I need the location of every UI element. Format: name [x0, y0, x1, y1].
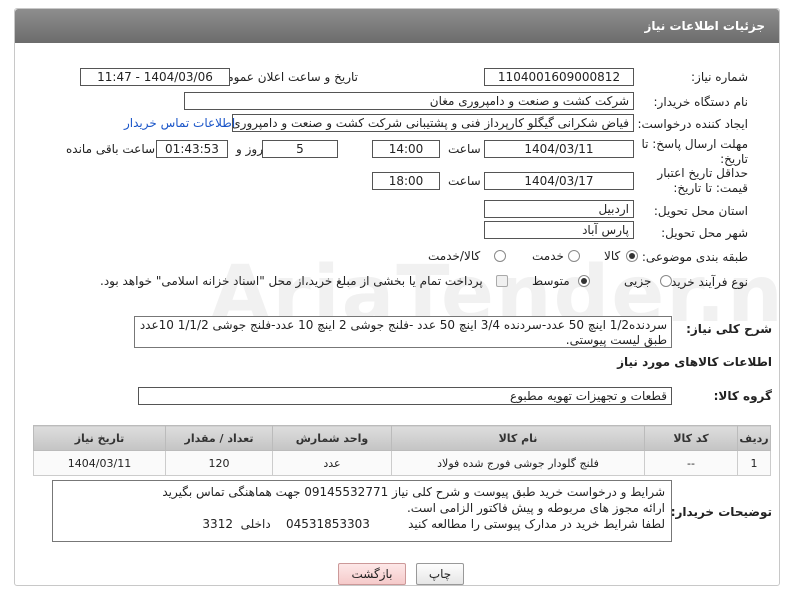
- deadline-label: مهلت ارسال پاسخ: تا تاریخ:: [641, 137, 748, 166]
- process-type-label: نوع فرآیند خرید :: [663, 275, 748, 289]
- requester-label: ایجاد کننده درخواست:: [637, 117, 748, 131]
- process-option-medium: متوسط: [532, 274, 570, 288]
- treasury-note: پرداخت تمام یا بخشی از مبلغ خرید،از محل …: [100, 274, 483, 288]
- cell-code: --: [644, 450, 738, 476]
- buyer-notes-line-3: لطفا شرایط خرید در مدارک پیوستی را مطالع…: [202, 517, 665, 531]
- city-field: پارس آباد: [484, 221, 634, 239]
- col-code: کد کالا: [644, 425, 738, 451]
- validity-time-label: ساعت: [448, 174, 481, 188]
- buyer-org-field: شرکت کشت و صنعت و دامپروری مغان: [184, 92, 634, 110]
- cell-unit: عدد: [272, 450, 392, 476]
- cell-row: 1: [737, 450, 771, 476]
- category-radio-goods-service[interactable]: [494, 250, 506, 262]
- buyer-org-label: نام دستگاه خریدار:: [653, 95, 749, 109]
- min-validity-label: حداقل تاریخ اعتبار قیمت: تا تاریخ:: [657, 166, 748, 195]
- buyer-notes-label: توضیحات خریدار:: [670, 505, 772, 519]
- goods-section-title: اطلاعات کالاهای مورد نیاز: [617, 355, 772, 369]
- buyer-contact-link[interactable]: اطلاعات تماس خریدار: [124, 116, 235, 130]
- print-button[interactable]: چاپ: [416, 563, 464, 585]
- province-field: اردبیل: [484, 200, 634, 218]
- deadline-time-label: ساعت: [448, 142, 481, 156]
- back-button[interactable]: بازگشت: [338, 563, 406, 585]
- col-row: ردیف: [737, 425, 771, 451]
- category-option-goods-service: کالا/خدمت: [428, 249, 481, 263]
- cell-date: 1404/03/11: [33, 450, 166, 476]
- col-unit: واحد شمارش: [272, 425, 392, 451]
- process-radio-minor[interactable]: [660, 275, 672, 287]
- need-number-label: شماره نیاز:: [691, 70, 748, 84]
- category-label: طبقه بندی موضوعی:: [641, 250, 748, 264]
- cell-name: فلنج گلودار جوشی فورج شده فولاد: [391, 450, 645, 476]
- col-name: نام کالا: [391, 425, 645, 451]
- buyer-notes-textarea[interactable]: شرایط و درخواست خرید طبق پیوست و شرح کلی…: [52, 480, 672, 542]
- goods-table: ردیف کد کالا نام کالا واحد شمارش تعداد /…: [33, 425, 771, 476]
- province-label: استان محل تحویل:: [653, 204, 748, 218]
- deadline-time-field: 14:00: [372, 140, 440, 158]
- process-radio-medium[interactable]: [578, 275, 590, 287]
- description-label: شرح کلی نیاز:: [686, 322, 772, 336]
- col-date: تاریخ نیاز: [33, 425, 166, 451]
- validity-date-field: 1404/03/17: [484, 172, 634, 190]
- page-title: جزئیات اطلاعات نیاز: [644, 19, 765, 33]
- panel-header: جزئیات اطلاعات نیاز: [15, 9, 779, 43]
- remaining-time-field: 01:43:53: [156, 140, 228, 158]
- buyer-notes-line-2: ارائه مجوز های مربوطه و پیش فاکتور الزام…: [406, 501, 665, 515]
- table-row: 1 -- فلنج گلودار جوشی فورج شده فولاد عدد…: [33, 450, 771, 476]
- validity-time-field: 18:00: [372, 172, 440, 190]
- cell-qty: 120: [165, 450, 273, 476]
- city-label: شهر محل تحویل:: [661, 226, 748, 240]
- remaining-time-label: ساعت باقی مانده: [66, 142, 156, 156]
- goods-group-label: گروه کالا:: [713, 389, 772, 403]
- requester-field: فیاض شکرانی گیگلو کارپرداز فنی و پشتیبان…: [232, 114, 634, 132]
- announce-date-label: تاریخ و ساعت اعلان عمومی:: [213, 70, 358, 84]
- days-field: 5: [262, 140, 338, 158]
- buyer-notes-line-1: شرایط و درخواست خرید طبق پیوست و شرح کلی…: [162, 485, 665, 499]
- process-option-minor: جزیی: [624, 274, 652, 288]
- category-option-goods: کالا: [604, 249, 621, 263]
- category-radio-goods[interactable]: [626, 250, 638, 262]
- goods-group-field: قطعات و تجهیزات تهویه مطبوع: [138, 387, 672, 405]
- deadline-date-field: 1404/03/11: [484, 140, 634, 158]
- announce-date-field: 1404/03/06 - 11:47: [80, 68, 230, 86]
- days-label: روز و: [236, 142, 263, 156]
- description-textarea[interactable]: سردنده1/2 اینچ 50 عدد-سردنده 3/4 اینچ 50…: [134, 316, 672, 348]
- category-option-service: خدمت: [532, 249, 564, 263]
- need-number-field: 1104001609000812: [484, 68, 634, 86]
- category-radio-service[interactable]: [568, 250, 580, 262]
- treasury-checkbox[interactable]: [496, 275, 508, 287]
- col-qty: تعداد / مقدار: [165, 425, 273, 451]
